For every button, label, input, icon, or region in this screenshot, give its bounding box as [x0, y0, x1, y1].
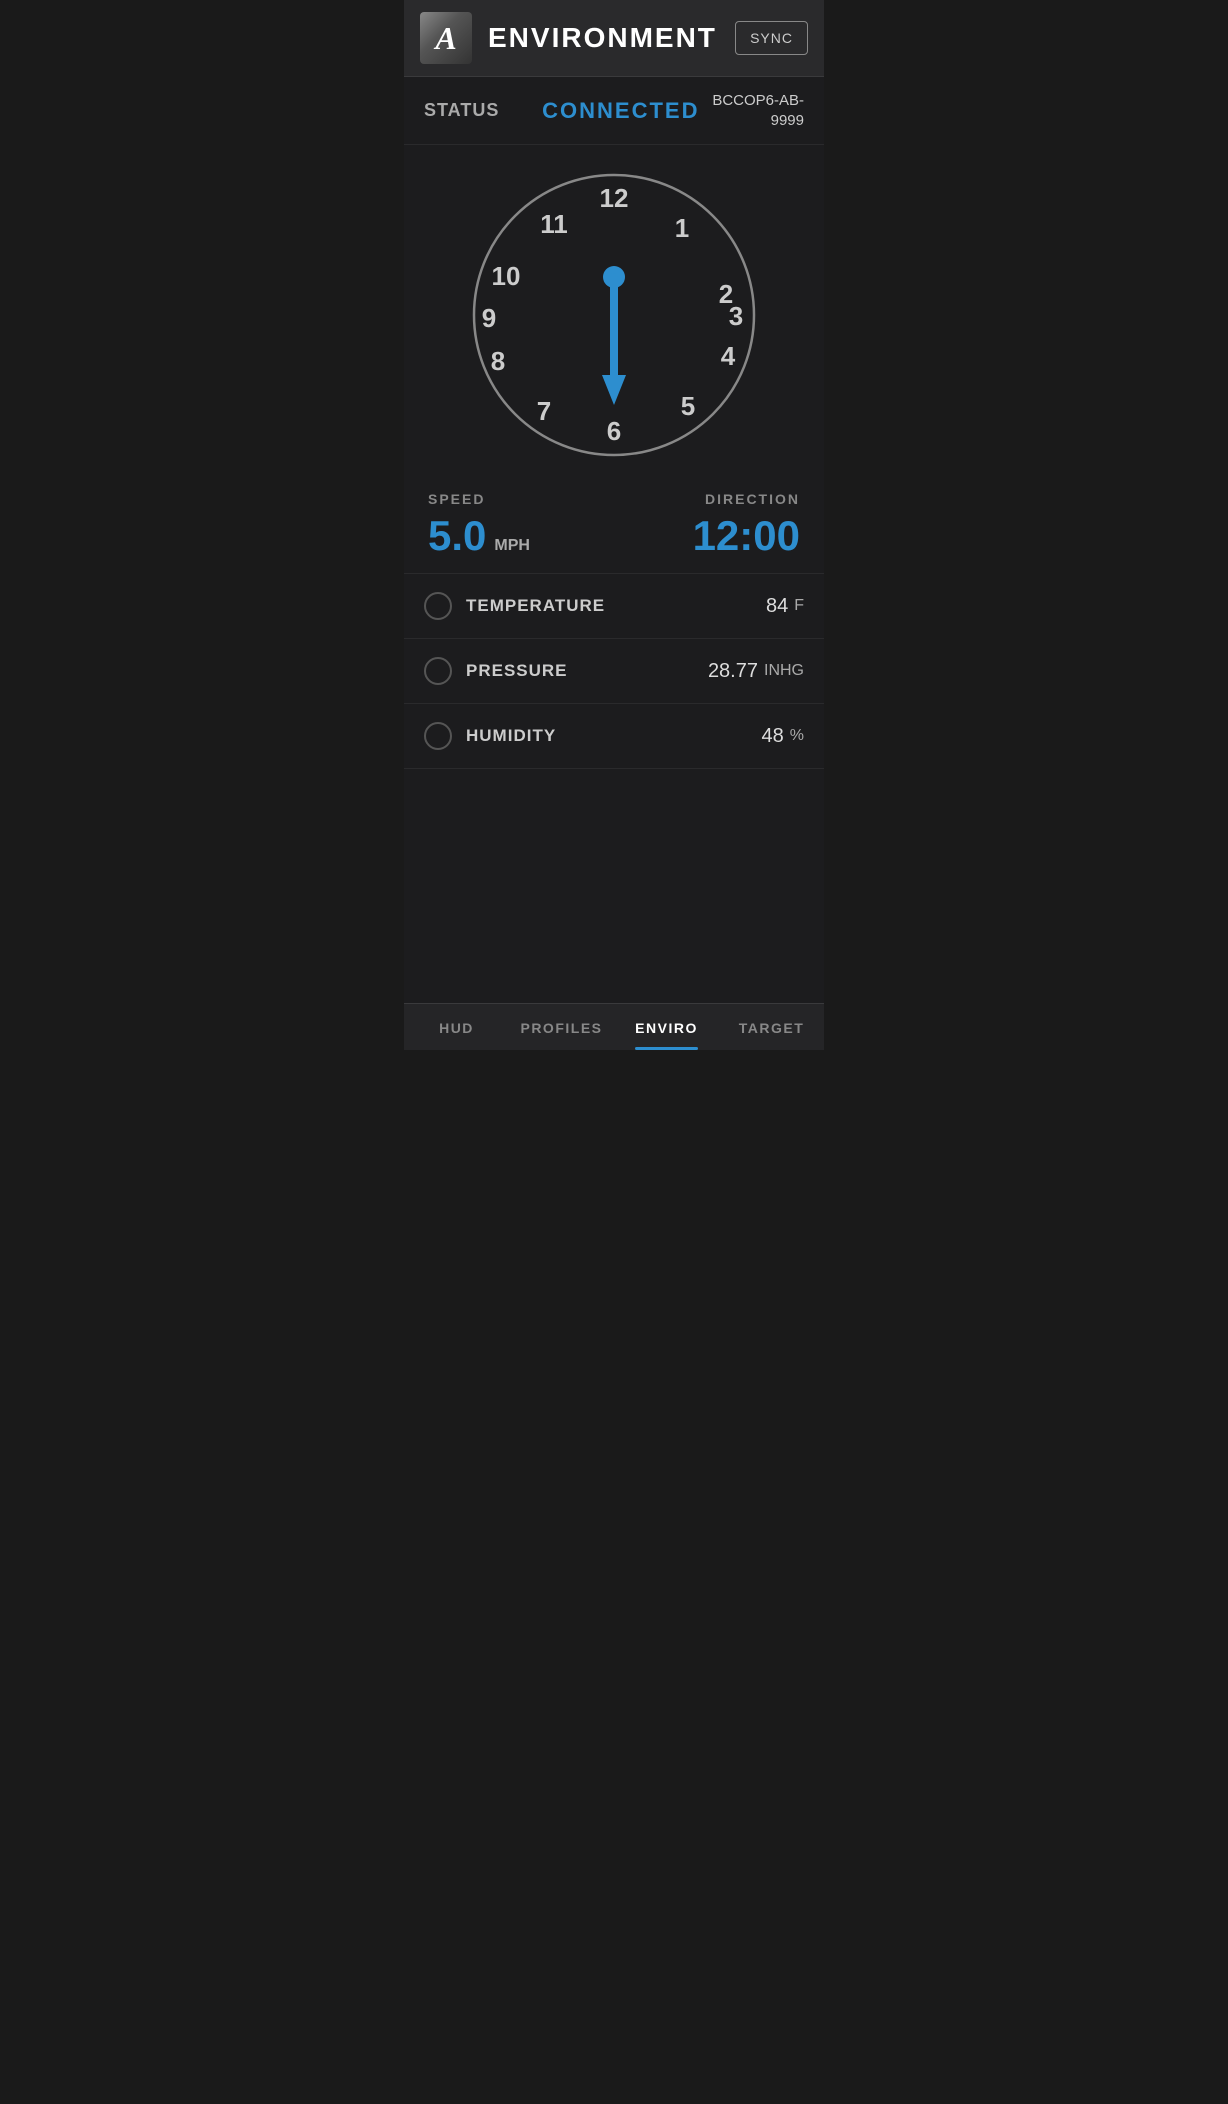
sync-button[interactable]: SYNC: [735, 21, 808, 55]
speed-unit: MPH: [494, 537, 530, 555]
humidity-unit: %: [790, 727, 804, 745]
svg-text:4: 4: [721, 341, 736, 371]
svg-text:6: 6: [607, 416, 621, 446]
sensor-row-temperature[interactable]: TEMPERATURE 84 F: [404, 574, 824, 639]
app-title: ENVIRONMENT: [488, 22, 735, 54]
device-id: BCCOP6-AB- 9999: [712, 91, 804, 130]
compass-svg: 12 1 2 3 4 5 6 7 8 9 10: [464, 165, 764, 465]
svg-text:11: 11: [540, 209, 568, 239]
svg-text:5: 5: [681, 391, 695, 421]
svg-text:7: 7: [537, 396, 551, 426]
temperature-label: TEMPERATURE: [466, 596, 766, 616]
nav-item-hud[interactable]: HUD: [404, 1004, 509, 1050]
temperature-unit: F: [794, 597, 804, 615]
speed-block: SPEED 5.0 MPH: [428, 491, 614, 557]
sensor-row-humidity[interactable]: HUMIDITY 48 %: [404, 704, 824, 769]
svg-text:10: 10: [492, 261, 521, 291]
humidity-radio[interactable]: [424, 722, 452, 750]
temperature-radio[interactable]: [424, 592, 452, 620]
logo-box: A: [420, 12, 472, 64]
status-label: STATUS: [424, 100, 499, 121]
temperature-value: 84: [766, 595, 788, 618]
svg-text:8: 8: [491, 346, 505, 376]
direction-block: DIRECTION 12:00: [614, 491, 800, 557]
speed-row: 5.0 MPH: [428, 515, 614, 557]
svg-text:3: 3: [729, 301, 743, 331]
pressure-radio[interactable]: [424, 657, 452, 685]
humidity-value: 48: [762, 725, 784, 748]
direction-value: 12:00: [693, 515, 800, 557]
speed-value: 5.0: [428, 515, 486, 557]
direction-row: 12:00: [614, 515, 800, 557]
speed-label: SPEED: [428, 491, 614, 507]
app-container: A ENVIRONMENT SYNC STATUS CONNECTED BCCO…: [404, 0, 824, 1050]
speed-direction-section: SPEED 5.0 MPH DIRECTION 12:00: [404, 475, 824, 574]
status-value: CONNECTED: [529, 98, 712, 124]
pressure-label: PRESSURE: [466, 661, 708, 681]
compass-circle: 12 1 2 3 4 5 6 7 8 9 10: [464, 165, 764, 465]
nav-item-enviro[interactable]: ENVIRO: [614, 1004, 719, 1050]
sensor-row-pressure[interactable]: PRESSURE 28.77 INHG: [404, 639, 824, 704]
status-bar: STATUS CONNECTED BCCOP6-AB- 9999: [404, 77, 824, 145]
pressure-unit: INHG: [764, 662, 804, 680]
header: A ENVIRONMENT SYNC: [404, 0, 824, 77]
nav-item-profiles[interactable]: PROFILES: [509, 1004, 614, 1050]
bottom-nav: HUD PROFILES ENVIRO TARGET: [404, 1003, 824, 1050]
svg-text:1: 1: [675, 213, 689, 243]
svg-text:9: 9: [482, 303, 496, 333]
logo-letter: A: [435, 20, 456, 57]
nav-item-target[interactable]: TARGET: [719, 1004, 824, 1050]
humidity-label: HUMIDITY: [466, 726, 762, 746]
compass-section: 12 1 2 3 4 5 6 7 8 9 10: [404, 145, 824, 475]
svg-text:12: 12: [600, 183, 629, 213]
direction-label: DIRECTION: [614, 491, 800, 507]
pressure-value: 28.77: [708, 660, 758, 683]
